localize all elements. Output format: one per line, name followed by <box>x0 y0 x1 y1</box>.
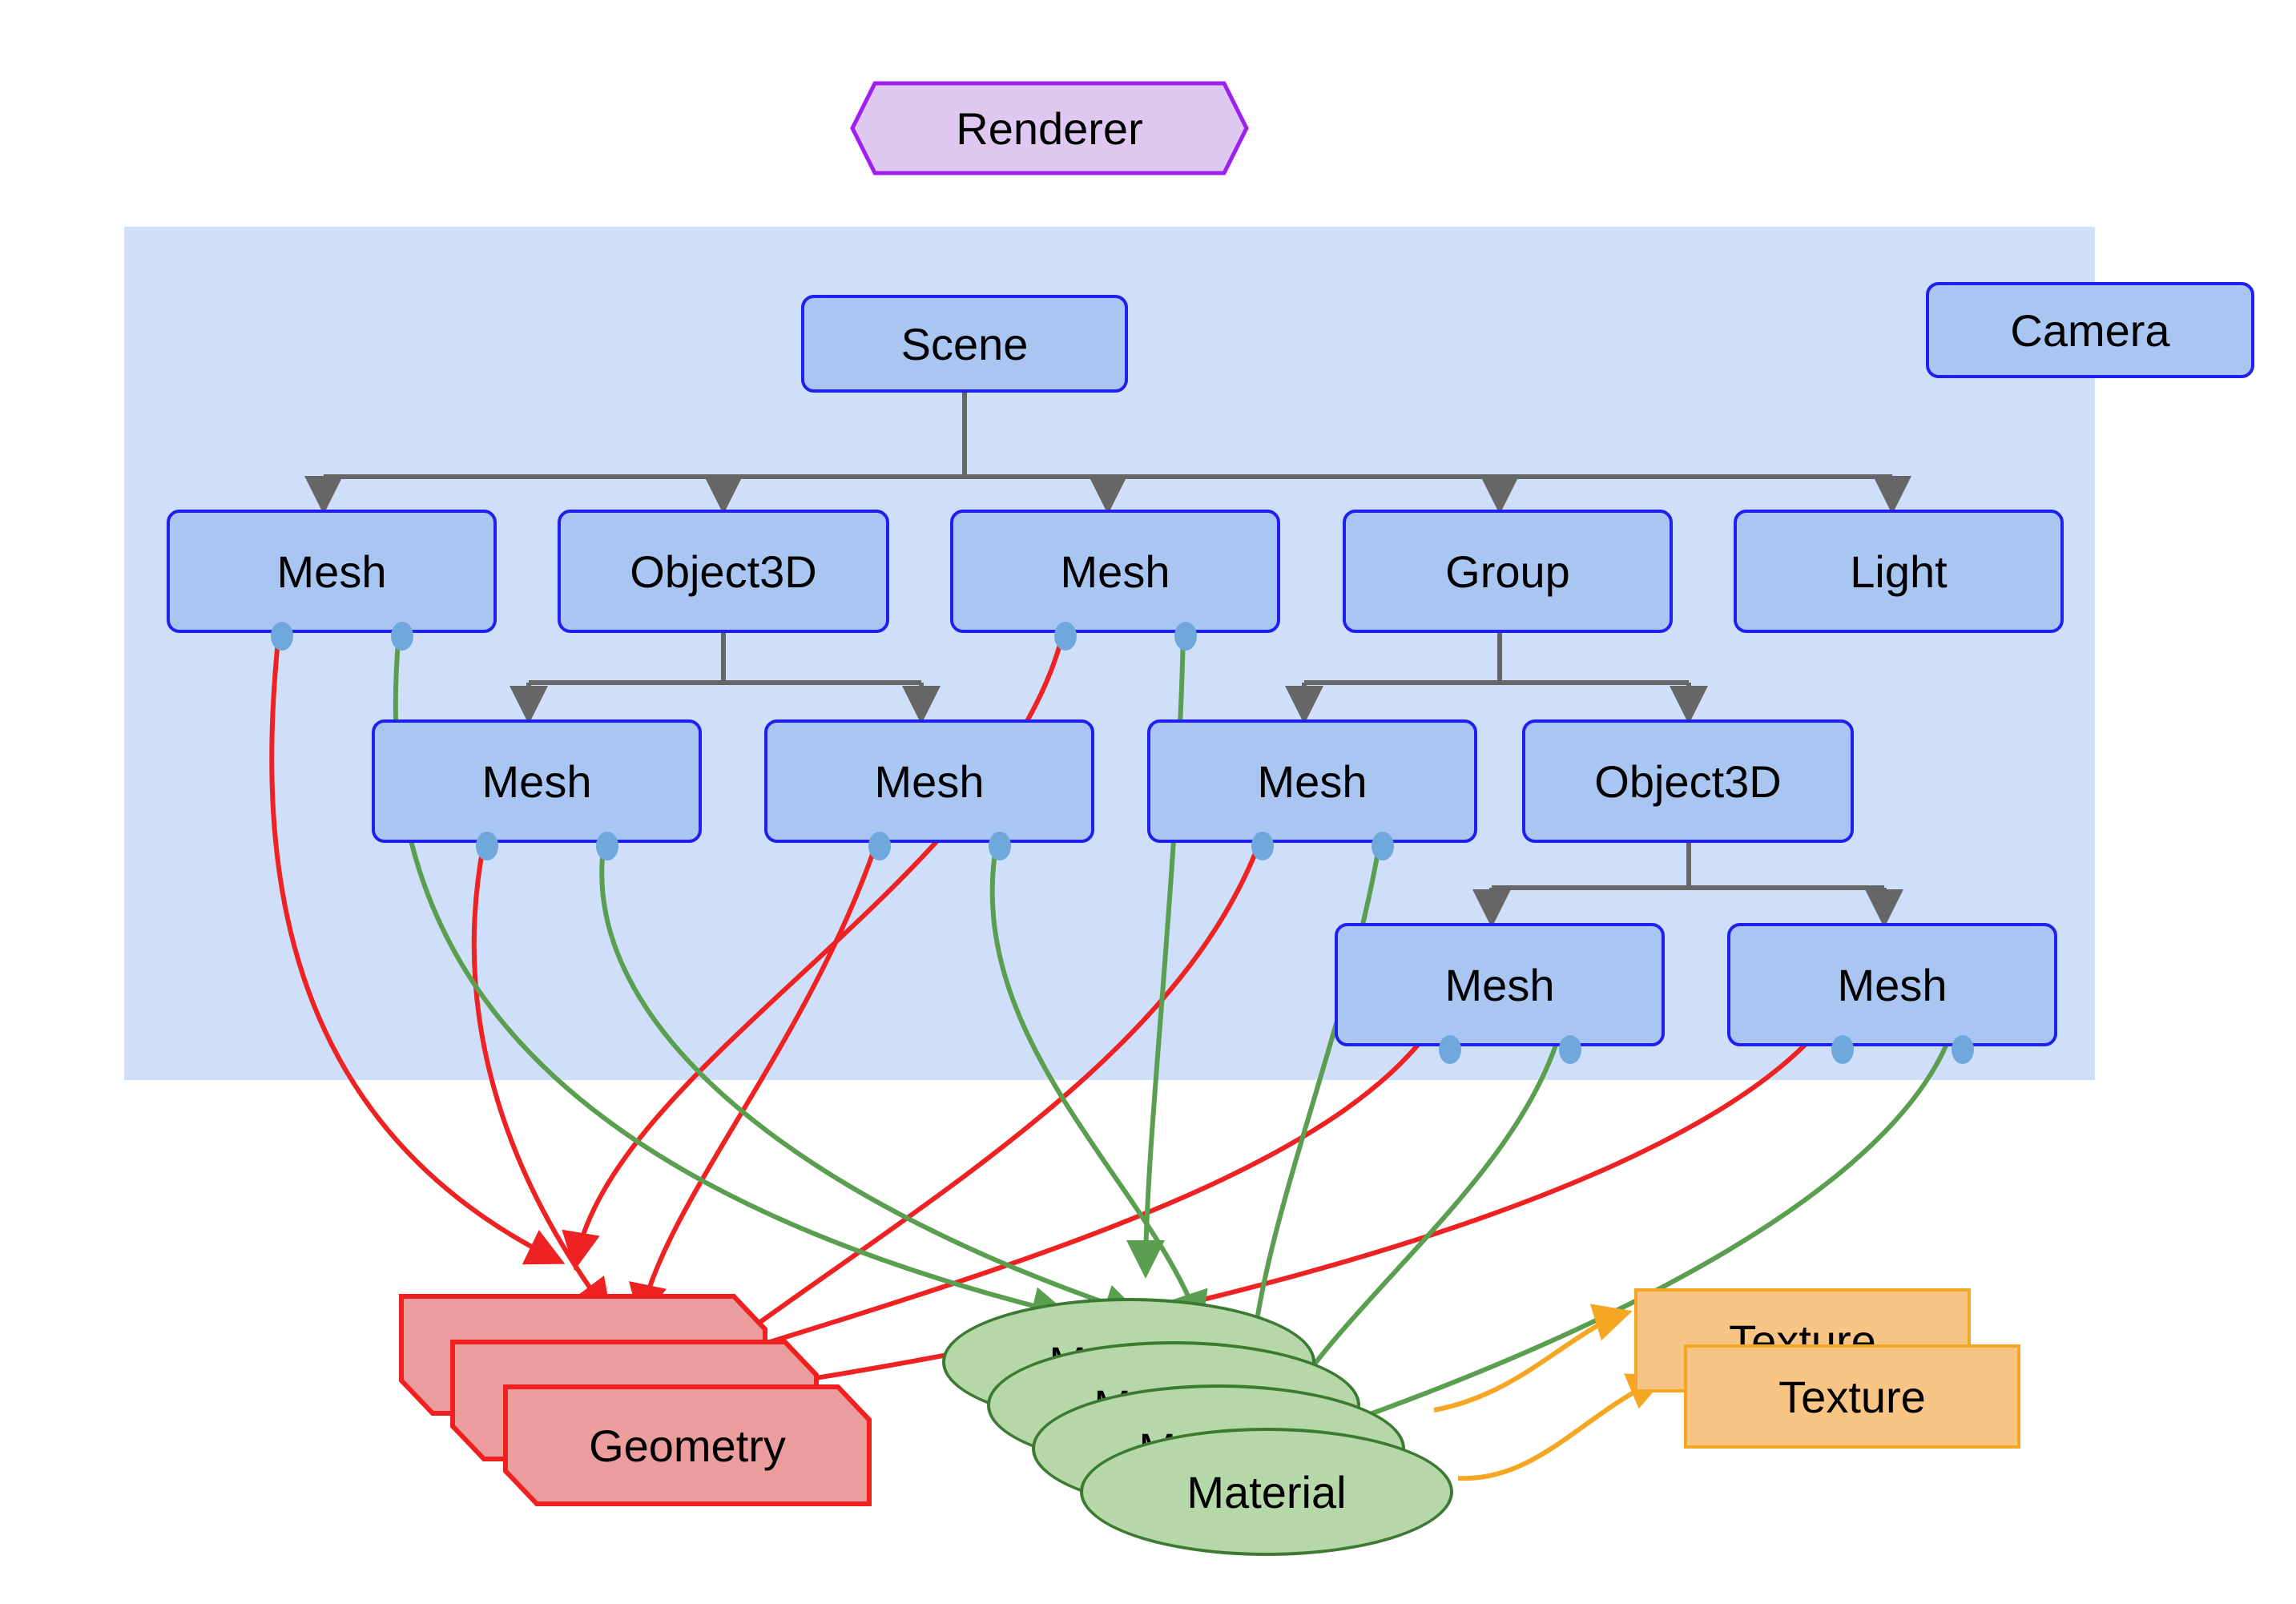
scene-label: Scene <box>900 318 1029 369</box>
material-port[interactable] <box>596 832 618 860</box>
material-port[interactable] <box>1372 832 1394 860</box>
node-label: Mesh <box>874 756 985 807</box>
row3-node-mesh-1[interactable]: Mesh <box>764 719 1094 860</box>
tree-edges <box>304 393 1911 928</box>
node-label: Mesh <box>276 546 387 597</box>
node-label: Object3D <box>630 546 817 597</box>
node-label: Mesh <box>1837 959 1948 1010</box>
diagram-canvas: Renderer Camera Scene Mesh Object3D Mesh… <box>0 0 2296 1604</box>
row2-node-mesh-0[interactable]: Mesh <box>167 510 497 651</box>
camera-node[interactable]: Camera <box>1926 282 2254 378</box>
material-port[interactable] <box>1174 622 1197 651</box>
texture-node-1[interactable]: Texture <box>1684 1344 2020 1449</box>
geometry-port[interactable] <box>868 832 891 860</box>
material-port[interactable] <box>1559 1035 1581 1064</box>
node-label: Object3D <box>1594 756 1782 807</box>
material-port[interactable] <box>391 622 413 651</box>
row2-node-object3d-1[interactable]: Object3D <box>558 510 889 633</box>
node-label: Mesh <box>1444 959 1555 1010</box>
material-node-3[interactable]: Material <box>1080 1428 1453 1556</box>
geometry-port[interactable] <box>1831 1035 1854 1064</box>
row2-node-mesh-2[interactable]: Mesh <box>950 510 1280 651</box>
row3-node-mesh-2[interactable]: Mesh <box>1147 719 1477 860</box>
renderer-node[interactable]: Renderer <box>849 80 1250 176</box>
geometry-label: Geometry <box>589 1420 786 1471</box>
camera-label: Camera <box>2010 304 2170 356</box>
row2-node-light-4[interactable]: Light <box>1734 510 2064 633</box>
material-port[interactable] <box>989 832 1011 860</box>
geometry-port[interactable] <box>1251 832 1274 860</box>
geometry-port[interactable] <box>1054 622 1077 651</box>
geometry-node-2[interactable]: Geometry <box>503 1384 872 1506</box>
texture-edges <box>1433 1304 1667 1481</box>
node-label: Group <box>1445 546 1570 597</box>
row3-node-mesh-0[interactable]: Mesh <box>372 719 702 860</box>
row3-node-object3d-3[interactable]: Object3D <box>1522 719 1854 843</box>
material-label: Material <box>1186 1466 1347 1517</box>
node-label: Mesh <box>1060 546 1170 597</box>
node-label: Mesh <box>481 756 592 807</box>
renderer-label: Renderer <box>956 103 1143 154</box>
geometry-port[interactable] <box>271 622 293 651</box>
row4-node-mesh-1[interactable]: Mesh <box>1727 923 2057 1064</box>
node-label: Mesh <box>1257 756 1368 807</box>
geometry-port[interactable] <box>1439 1035 1461 1064</box>
scene-node[interactable]: Scene <box>801 295 1128 393</box>
material-port[interactable] <box>1952 1035 1974 1064</box>
row4-node-mesh-0[interactable]: Mesh <box>1335 923 1665 1064</box>
geometry-port[interactable] <box>476 832 498 860</box>
node-label: Light <box>1850 546 1948 597</box>
row2-node-group-3[interactable]: Group <box>1343 510 1673 633</box>
texture-label: Texture <box>1778 1371 1926 1422</box>
